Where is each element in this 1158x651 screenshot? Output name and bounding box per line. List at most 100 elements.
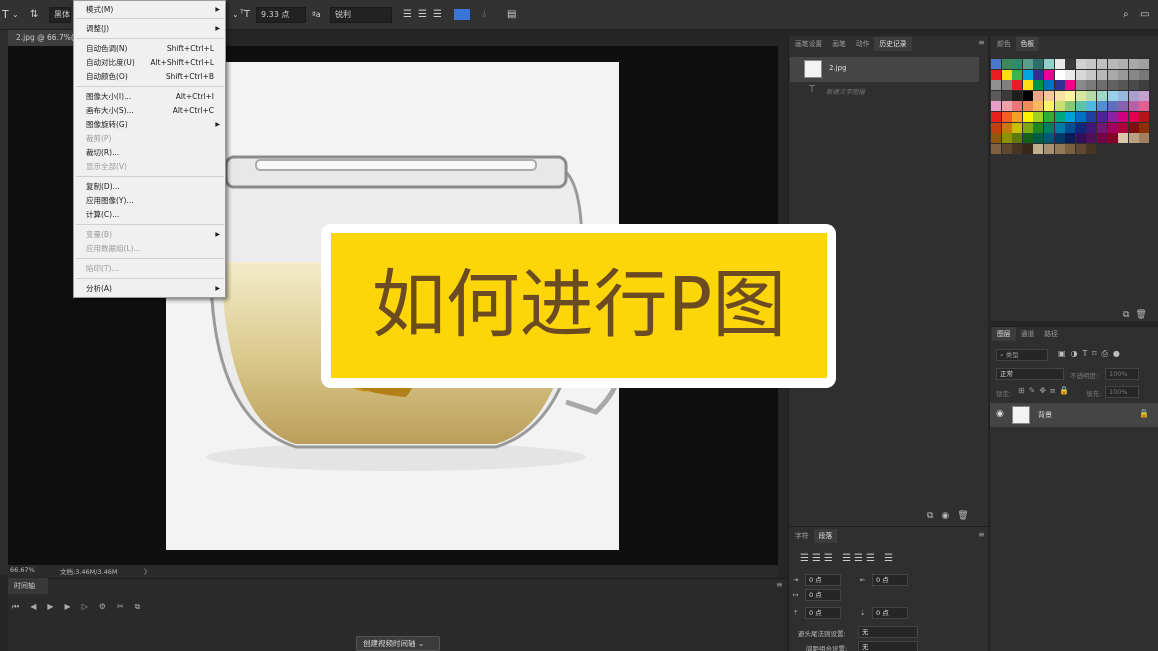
color-swatch[interactable] [1001, 101, 1012, 112]
color-swatch[interactable] [1001, 133, 1012, 144]
color-swatch[interactable] [1033, 133, 1044, 144]
align-right-icon[interactable]: ☰ [433, 7, 442, 22]
color-swatch[interactable] [1033, 80, 1044, 91]
menu-item-mode[interactable]: 模式(M) ▶ [86, 4, 224, 16]
zoom-level[interactable]: 66.67% [10, 566, 35, 574]
document-tab[interactable]: 2.jpg @ 66.7%(RGB/8) [8, 30, 78, 46]
warp-text-icon[interactable]: ⫰ [482, 7, 486, 22]
color-swatch[interactable] [991, 101, 1001, 112]
color-swatch[interactable] [991, 112, 1001, 122]
color-swatch[interactable] [1107, 112, 1118, 122]
color-swatch[interactable] [1075, 59, 1086, 69]
opacity-field[interactable]: 100% [1105, 368, 1139, 380]
color-swatch[interactable] [1128, 80, 1139, 91]
color-swatch[interactable] [1001, 112, 1012, 122]
blend-mode-select[interactable]: 正常 [996, 368, 1064, 380]
menu-item-auto-contrast[interactable]: 自动对比度(U) Alt+Shift+Ctrl+L [86, 57, 224, 69]
color-swatch[interactable] [1097, 90, 1107, 101]
color-swatch[interactable] [1022, 69, 1033, 80]
color-swatch[interactable] [1044, 122, 1054, 133]
color-swatch[interactable] [1097, 101, 1107, 112]
color-swatch[interactable] [1086, 69, 1097, 80]
color-swatch[interactable] [1065, 133, 1076, 144]
color-swatch[interactable] [1022, 80, 1033, 91]
color-swatch[interactable] [1107, 133, 1118, 144]
color-swatch[interactable] [1118, 122, 1129, 133]
color-swatch[interactable] [1012, 122, 1023, 133]
color-swatch[interactable] [1065, 112, 1076, 122]
color-swatch[interactable] [1075, 69, 1086, 80]
color-swatch[interactable] [1054, 143, 1065, 154]
color-swatch[interactable] [1044, 133, 1054, 144]
color-swatch[interactable] [1033, 143, 1044, 154]
tab-channels[interactable]: 通道 [1016, 327, 1040, 341]
chevron-down-icon[interactable]: ⌄ [232, 7, 239, 22]
history-step[interactable] [790, 84, 979, 98]
text-color-swatch[interactable] [454, 9, 470, 20]
color-swatch[interactable] [1012, 80, 1023, 91]
menu-item-trim[interactable]: 裁切(R)... [86, 147, 224, 159]
tab-layers[interactable]: 图层 [992, 327, 1016, 341]
space-before-field[interactable]: 0 点 [805, 607, 841, 619]
color-swatch[interactable] [1012, 143, 1023, 154]
menu-item-apply-image[interactable]: 应用图像(Y)... [86, 195, 224, 207]
color-swatch[interactable] [1044, 112, 1054, 122]
color-swatch[interactable] [1107, 69, 1118, 80]
layer-filter-icons[interactable]: ▣◑T⌑⎙● [1058, 349, 1125, 359]
text-orientation-icon[interactable]: ⇅ [30, 7, 38, 22]
color-swatch[interactable] [991, 80, 1001, 91]
color-swatch[interactable] [1128, 112, 1139, 122]
menu-item-auto-tone[interactable]: 自动色调(N) Shift+Ctrl+L [86, 43, 224, 55]
color-swatch[interactable] [1107, 101, 1118, 112]
color-swatch[interactable] [1086, 112, 1097, 122]
color-swatch[interactable] [1075, 112, 1086, 122]
antialias-select[interactable]: 锐利 [330, 7, 392, 23]
color-swatch[interactable] [991, 59, 1001, 69]
color-swatch[interactable] [1139, 133, 1150, 144]
indent-right-field[interactable]: 0 点 [872, 574, 908, 586]
color-swatch[interactable] [991, 69, 1001, 80]
color-swatch[interactable] [1128, 133, 1139, 144]
color-swatch[interactable] [1065, 122, 1076, 133]
color-swatch[interactable] [1033, 122, 1044, 133]
menu-item-adjust[interactable]: 调整(J) ▶ [86, 23, 224, 35]
color-swatch[interactable] [1097, 122, 1107, 133]
color-swatch[interactable] [1107, 122, 1118, 133]
color-swatch[interactable] [1022, 122, 1033, 133]
tab-paragraph[interactable]: 段落 [813, 529, 838, 543]
color-swatch[interactable] [1086, 133, 1097, 144]
color-swatch[interactable] [1107, 59, 1118, 69]
color-swatch[interactable] [1075, 101, 1086, 112]
tab-brushes[interactable]: 画笔 [827, 37, 851, 51]
color-swatch[interactable] [1054, 80, 1065, 91]
color-swatch[interactable] [1086, 101, 1097, 112]
color-swatch[interactable] [1044, 59, 1054, 69]
color-swatch[interactable] [1097, 112, 1107, 122]
color-swatch[interactable] [1001, 59, 1012, 69]
color-swatch[interactable] [1022, 101, 1033, 112]
color-swatch[interactable] [1012, 90, 1023, 101]
color-swatch[interactable] [1054, 59, 1065, 69]
color-swatch[interactable] [1044, 80, 1054, 91]
color-swatch[interactable] [1001, 80, 1012, 91]
panel-menu-icon[interactable]: ≡ [978, 38, 985, 47]
timeline-controls[interactable]: ⏮◀▶▶▷⚙✂⧉ [12, 602, 151, 614]
color-swatch[interactable] [1128, 122, 1139, 133]
menu-item-analysis[interactable]: 分析(A) ▶ [86, 283, 224, 295]
fill-field[interactable]: 100% [1105, 386, 1139, 398]
color-swatch[interactable] [1033, 69, 1044, 80]
color-swatch[interactable] [1044, 143, 1054, 154]
color-swatch[interactable] [1001, 69, 1012, 80]
mojikumi-select[interactable]: 无 [858, 641, 918, 651]
tab-swatches[interactable]: 色板 [1015, 37, 1040, 51]
color-swatch[interactable] [1086, 90, 1097, 101]
color-swatch[interactable] [1097, 133, 1107, 144]
color-swatch[interactable] [1118, 112, 1129, 122]
color-swatch[interactable] [1054, 69, 1065, 80]
color-swatch[interactable] [1086, 59, 1097, 69]
color-swatch[interactable] [1097, 80, 1107, 91]
color-swatch[interactable] [1065, 80, 1076, 91]
timeline-tab[interactable]: 时间轴 [8, 578, 48, 594]
color-swatch[interactable] [1086, 143, 1097, 154]
color-swatch[interactable] [1118, 80, 1129, 91]
